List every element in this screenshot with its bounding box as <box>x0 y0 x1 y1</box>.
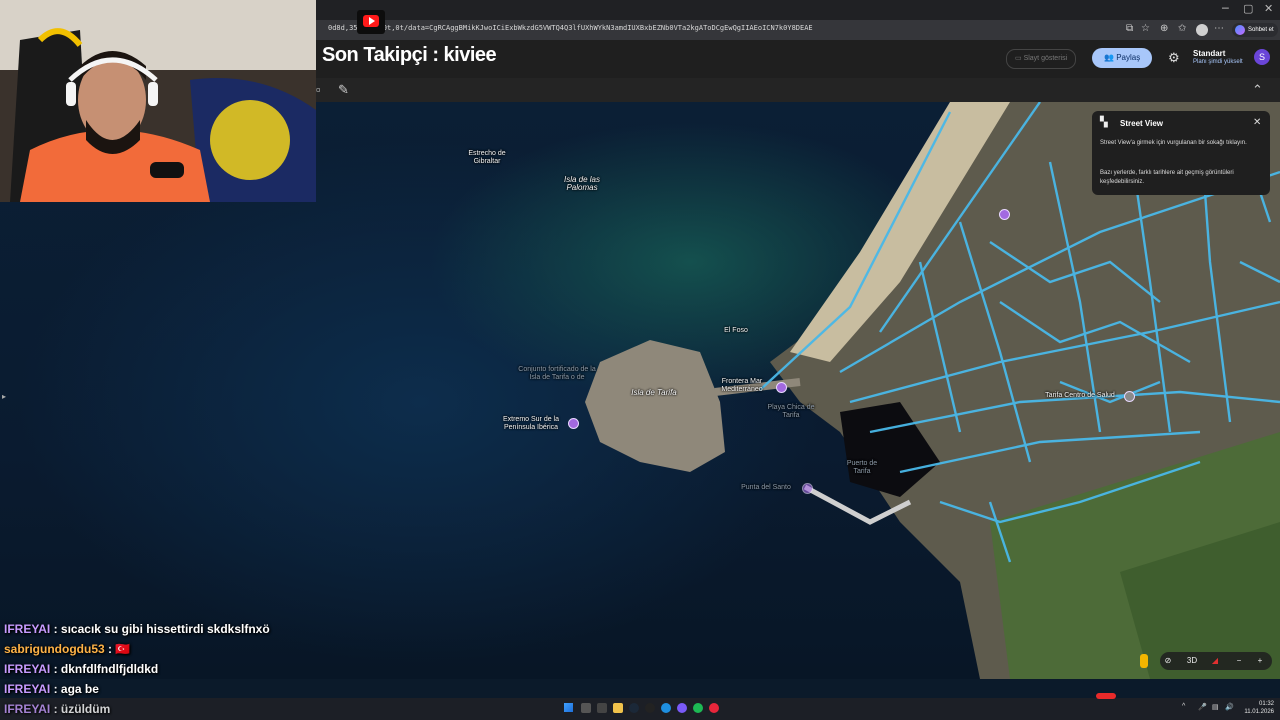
maximize-icon[interactable]: ▢ <box>1243 2 1253 15</box>
zoom-out-button[interactable]: − <box>1231 653 1247 669</box>
label-conjunto-fortificado: Conjunto fortificado de la Isla de Tarif… <box>518 366 596 381</box>
chevron-up-icon[interactable]: ⌃ <box>1252 82 1263 98</box>
chat-message: IFREYAI : aga be <box>4 682 99 696</box>
label-isla-de-tarifa: Isla de Tarifa <box>631 388 677 397</box>
close-window-icon[interactable]: ✕ <box>1264 2 1273 15</box>
share-label: Paylaş <box>1116 53 1141 62</box>
url-field[interactable]: 0d8d,35y,295,0t,0t/data=CgRCAggBMikKJwoI… <box>328 24 1108 36</box>
poi-marker-punta-del-santo[interactable] <box>802 483 813 494</box>
poi-marker-frontera[interactable] <box>776 382 787 393</box>
layers-icon[interactable]: ▫ <box>316 82 321 97</box>
minimize-icon[interactable]: ─ <box>1222 2 1229 15</box>
3d-toggle-button[interactable]: 3D <box>1184 653 1200 669</box>
file-explorer-icon[interactable] <box>613 703 623 713</box>
poi-marker-extremo-sur[interactable] <box>568 418 579 429</box>
label-tarifa-centro-de-salud: Tarifa Centro de Salud <box>1045 392 1115 399</box>
chat-text: : üzüldüm <box>53 702 111 716</box>
slideshow-button[interactable]: ▭ Slayt gösterisi <box>1006 49 1077 69</box>
chat-text: : dknfdlfndlfjdldkd <box>53 662 159 676</box>
compass-icon[interactable]: ◢ <box>1207 653 1223 669</box>
label-punta-del-santo: Punta del Santo <box>741 484 791 491</box>
label-frontera-mar-mediterraneo: Frontera Mar Mediterráneo <box>721 378 763 393</box>
chat-message: sabrigundogdu53 : 🇹🇷 <box>4 642 130 656</box>
gear-icon[interactable]: ⚙ <box>1168 50 1180 66</box>
spotify-icon[interactable] <box>693 703 703 713</box>
chat-message: IFREYAI : dknfdlfndlfjdldkd <box>4 662 158 676</box>
plan-title: Standart <box>1193 49 1226 58</box>
chat-message: IFREYAI : sıcacık su gibi hissettirdi sk… <box>4 622 270 636</box>
street-view-icon: ▚ <box>1100 117 1108 128</box>
task-view-icon[interactable] <box>597 703 607 713</box>
favorites-icon[interactable]: ✩ <box>1178 23 1186 34</box>
chat-text: : 🇹🇷 <box>108 642 131 656</box>
people-icon: 👥 <box>1104 53 1114 62</box>
chat-message: IFREYAI : üzüldüm <box>4 702 110 716</box>
clock-date: 11.01.2026 <box>1244 709 1274 715</box>
tray-chevron-icon[interactable]: ^ <box>1182 703 1185 710</box>
bookmark-star-icon[interactable]: ☆ <box>1141 23 1150 34</box>
app-icon[interactable] <box>677 703 687 713</box>
pegman-icon[interactable] <box>1140 654 1148 668</box>
upgrade-plan-link[interactable]: Planı şimdi yükselt <box>1193 59 1243 65</box>
chat-text: : aga be <box>53 682 99 696</box>
youtube-play-icon <box>369 17 375 25</box>
chat-username: IFREYAI <box>4 682 51 696</box>
volume-icon[interactable]: 🔊 <box>1225 703 1234 711</box>
chat-username: IFREYAI <box>4 622 51 636</box>
extensions-icon[interactable]: ⊕ <box>1160 23 1168 34</box>
label-el-foso: El Foso <box>724 327 748 334</box>
recording-indicator <box>1096 693 1116 699</box>
street-view-title: Street View <box>1120 119 1163 128</box>
expand-panel-arrow-icon[interactable]: ▸ <box>2 392 6 401</box>
search-icon[interactable] <box>581 703 591 713</box>
microphone-icon[interactable]: 🎤 <box>1198 703 1207 711</box>
label-isla-de-las-palomas: Isla de las Palomas <box>563 175 601 192</box>
label-playa-chica: Playa Chica de Tarifa <box>767 404 815 419</box>
street-view-history-hint: Bazı yerlerde, farklı tarihlere ait geçm… <box>1100 170 1234 185</box>
app-red-icon[interactable] <box>709 703 719 713</box>
clock-time: 01:32 <box>1258 701 1274 707</box>
label-extremo-sur: Extremo Sur de la Península Ibérica <box>502 416 560 431</box>
windows-start-icon[interactable] <box>564 703 573 712</box>
obs-icon[interactable] <box>645 703 655 713</box>
avatar[interactable]: S <box>1254 49 1270 65</box>
chat-text: : sıcacık su gibi hissettirdi skdkslfnxö <box>53 622 270 636</box>
webcam-overlay <box>0 0 316 202</box>
edge-icon[interactable] <box>661 703 671 713</box>
street-view-instruction: Street View'a girmek için vurgulanan bir… <box>1100 140 1247 146</box>
label-puerto-de-tarifa: Puerto de Tarifa <box>846 460 878 475</box>
close-icon[interactable]: ✕ <box>1253 117 1261 128</box>
windows-taskbar <box>0 698 1280 720</box>
network-icon[interactable]: ▤ <box>1212 703 1219 711</box>
label-strait-of-gibraltar: Estrecho de Gibraltar <box>468 150 506 165</box>
zoom-in-button[interactable]: + <box>1252 653 1268 669</box>
chat-username: IFREYAI <box>4 702 51 716</box>
poi-marker-centro-salud[interactable] <box>1124 391 1135 402</box>
stream-overlay-last-follower: Son Takipçi : kiviee <box>322 44 497 66</box>
hide-streetview-icon[interactable]: ⊘ <box>1161 653 1175 669</box>
measure-tool-icon[interactable]: ✎ <box>338 82 349 98</box>
more-menu-icon[interactable]: ⋯ <box>1214 23 1224 34</box>
open-in-app-icon[interactable]: ⧉ <box>1126 23 1133 34</box>
browser-profile-avatar[interactable] <box>1196 24 1208 36</box>
slideshow-label: Slayt gösterisi <box>1023 55 1068 62</box>
poi-marker-city[interactable] <box>999 209 1010 220</box>
chat-username: sabrigundogdu53 <box>4 642 105 656</box>
copilot-chat-button[interactable]: Sohbet et <box>1232 23 1278 37</box>
share-button[interactable]: 👥 Paylaş <box>1092 48 1153 68</box>
chat-username: IFREYAI <box>4 662 51 676</box>
steam-icon[interactable] <box>629 703 639 713</box>
taskbar-clock[interactable]: 01:32 11.01.2026 <box>1238 700 1274 716</box>
webcam-image <box>0 0 316 202</box>
